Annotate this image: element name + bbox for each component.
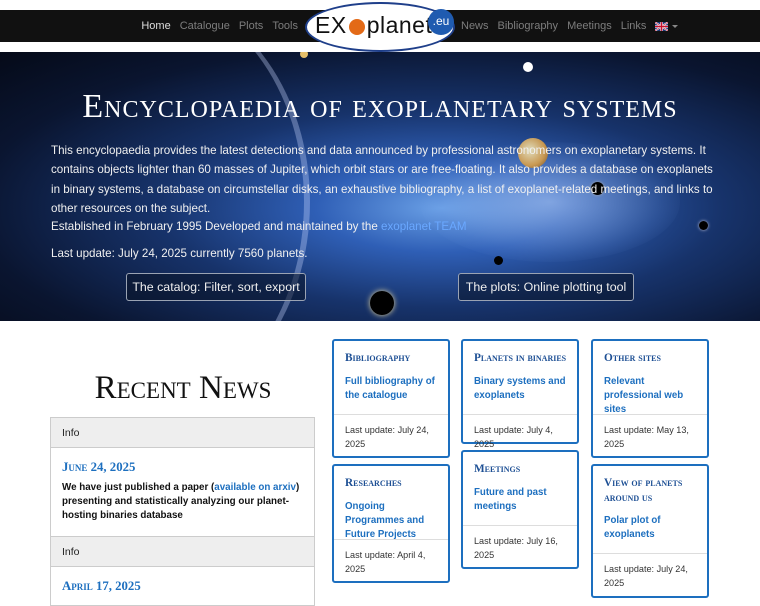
card-divider [463,414,577,415]
uk-flag-icon [655,21,669,31]
card-view-of-planets[interactable]: View of planets around us Polar plot of … [591,464,709,598]
planet-decoration [300,52,308,58]
team-link[interactable]: exoplanet TEAM [381,220,467,233]
logo-text: EX planet [315,12,432,39]
card-title: Planets in binaries [474,352,567,364]
hero-description: This encyclopaedia provides the latest d… [51,144,713,216]
catalog-button[interactable]: The catalog: Filter, sort, export [126,273,306,301]
card-link[interactable]: Polar plot of exoplanets [604,514,704,542]
card-title: Other sites [604,352,661,364]
card-divider [463,525,577,526]
card-footer: Last update: July 24, 2025 [345,425,429,449]
recent-news-title: Recent News [94,370,272,406]
logo-text-planet: planet [366,12,433,38]
planet-decoration [494,256,503,265]
logo-text-ex: EX [315,12,347,38]
established-text: Established in February 1995 Developed a… [51,220,378,233]
nav-news[interactable]: News [461,20,489,32]
nav-bibliography[interactable]: Bibliography [498,20,559,32]
nav-catalogue[interactable]: Catalogue [180,20,230,32]
news-item-date: June 24, 2025 [62,460,136,474]
card-title: Meetings [474,463,521,475]
nav-home[interactable]: Home [141,20,170,32]
exoplanet-logo[interactable]: EX planet .eu [305,2,455,52]
nav-links[interactable]: Links [621,20,647,32]
card-link[interactable]: Full bibliography of the catalogue [345,375,445,403]
card-researches[interactable]: Researches Ongoing Programmes and Future… [332,464,450,583]
planet-decoration [523,62,533,72]
card-link[interactable]: Binary systems and exoplanets [474,375,574,403]
chevron-down-icon [672,24,679,28]
card-title: Researches [345,477,402,489]
planet-decoration [370,291,394,315]
card-link[interactable]: Ongoing Programmes and Future Projects [345,500,445,542]
card-link[interactable]: Future and past meetings [474,486,574,514]
card-footer: Last update: April 4, 2025 [345,550,426,574]
language-dropdown[interactable] [655,21,679,31]
news-item-head: Info [51,418,314,448]
card-footer: Last update: July 16, 2025 [474,536,558,560]
logo-badge: .eu [428,9,454,35]
planet-dot-icon [348,18,365,35]
card-footer: Last update: July 4, 2025 [474,425,553,449]
card-other-sites[interactable]: Other sites Relevant professional web si… [591,339,709,458]
news-text-a: We have just published a paper ( [62,482,215,493]
arxiv-link[interactable]: available on arxiv [214,482,296,493]
news-item-head: Info [51,537,314,567]
card-divider [593,414,707,415]
card-title: Bibliography [345,352,411,364]
card-bibliography[interactable]: Bibliography Full bibliography of the ca… [332,339,450,458]
hero-last-update: Last update: July 24, 2025 currently 756… [51,247,308,260]
hero-title: Encyclopaedia of exoplanetary systems [82,88,678,125]
nav-right: News Bibliography Meetings Links [461,10,679,42]
nav-left: Home Catalogue Plots Tools [141,10,298,42]
card-meetings[interactable]: Meetings Future and past meetings Last u… [461,450,579,569]
news-item-date: April 17, 2025 [62,579,141,593]
nav-tools[interactable]: Tools [272,20,298,32]
card-footer: Last update: May 13, 2025 [604,425,689,449]
news-item: Info June 24, 2025 We have just publishe… [50,417,315,537]
planet-decoration [699,221,708,230]
plots-button[interactable]: The plots: Online plotting tool [458,273,634,301]
hero-established: Established in February 1995 Developed a… [51,220,467,233]
card-planets-in-binaries[interactable]: Planets in binaries Binary systems and e… [461,339,579,449]
card-link[interactable]: Relevant professional web sites [604,375,704,417]
card-divider [334,414,448,415]
card-divider [334,539,448,540]
card-title: View of planets around us [604,477,683,504]
news-item-text: We have just published a paper (availabl… [51,475,314,524]
card-divider [593,553,707,554]
card-footer: Last update: July 24, 2025 [604,564,688,588]
nav-meetings[interactable]: Meetings [567,20,612,32]
news-item: Info April 17, 2025 [50,536,315,606]
nav-plots[interactable]: Plots [239,20,263,32]
